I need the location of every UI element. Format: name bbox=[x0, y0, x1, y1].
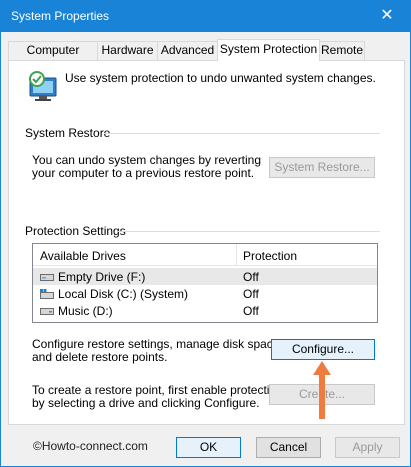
tab-advanced[interactable]: Advanced bbox=[157, 41, 218, 60]
intro-text: Use system protection to undo unwanted s… bbox=[65, 71, 376, 85]
window-title: System Properties bbox=[11, 9, 110, 23]
drive-name: Empty Drive (F:) bbox=[58, 270, 146, 284]
list-header: Available Drives Protection bbox=[33, 244, 377, 266]
drive-protection-status: Off bbox=[243, 287, 259, 301]
watermark-credit: ©Howto-connect.com bbox=[33, 439, 148, 453]
column-separator[interactable] bbox=[236, 244, 237, 266]
system-restore-button[interactable]: System Restore... bbox=[269, 157, 375, 178]
title-bar[interactable]: System Properties ✕ bbox=[1, 1, 410, 32]
configure-description-line2: and delete restore points. bbox=[32, 350, 168, 364]
system-properties-window: System Properties ✕ Computer Name Hardwa… bbox=[0, 0, 411, 467]
drive-row-music-d[interactable]: Music (D:) Off bbox=[33, 302, 377, 319]
drive-protection-status: Off bbox=[243, 270, 259, 284]
group-divider bbox=[104, 133, 380, 134]
tab-strip: Computer Name Hardware Advanced System P… bbox=[8, 39, 405, 74]
drive-row-empty-drive[interactable]: Empty Drive (F:) Off bbox=[33, 268, 377, 285]
hard-drive-icon bbox=[40, 308, 54, 315]
column-header-protection[interactable]: Protection bbox=[243, 249, 297, 263]
protection-settings-group-label: Protection Settings bbox=[25, 224, 126, 238]
drive-row-local-disk-c[interactable]: Local Disk (C:) (System) Off bbox=[33, 285, 377, 302]
removable-drive-icon bbox=[40, 274, 54, 281]
drives-list[interactable]: Available Drives Protection Empty Drive … bbox=[32, 243, 378, 323]
system-restore-description-line2: your computer to a previous restore poin… bbox=[32, 166, 255, 180]
system-drive-icon bbox=[40, 289, 54, 299]
apply-button[interactable]: Apply bbox=[335, 437, 400, 458]
drive-name: Music (D:) bbox=[58, 304, 113, 318]
close-button[interactable]: ✕ bbox=[364, 1, 410, 32]
annotation-arrow-icon bbox=[313, 361, 331, 419]
tab-hardware[interactable]: Hardware bbox=[97, 41, 158, 60]
cancel-button[interactable]: Cancel bbox=[256, 437, 321, 458]
create-description-line2: by selecting a drive and clicking Config… bbox=[32, 396, 260, 410]
drive-name: Local Disk (C:) (System) bbox=[58, 287, 189, 301]
tab-computer-name[interactable]: Computer Name bbox=[8, 41, 98, 74]
tab-system-protection[interactable]: System Protection bbox=[217, 39, 320, 61]
configure-button[interactable]: Configure... bbox=[271, 339, 375, 360]
system-restore-group-label: System Restore bbox=[25, 126, 111, 140]
system-protection-icon bbox=[29, 71, 57, 101]
tab-remote[interactable]: Remote bbox=[319, 41, 365, 60]
column-header-available-drives[interactable]: Available Drives bbox=[40, 249, 126, 263]
group-divider bbox=[118, 231, 380, 232]
ok-button[interactable]: OK bbox=[176, 437, 241, 458]
drive-protection-status: Off bbox=[243, 304, 259, 318]
